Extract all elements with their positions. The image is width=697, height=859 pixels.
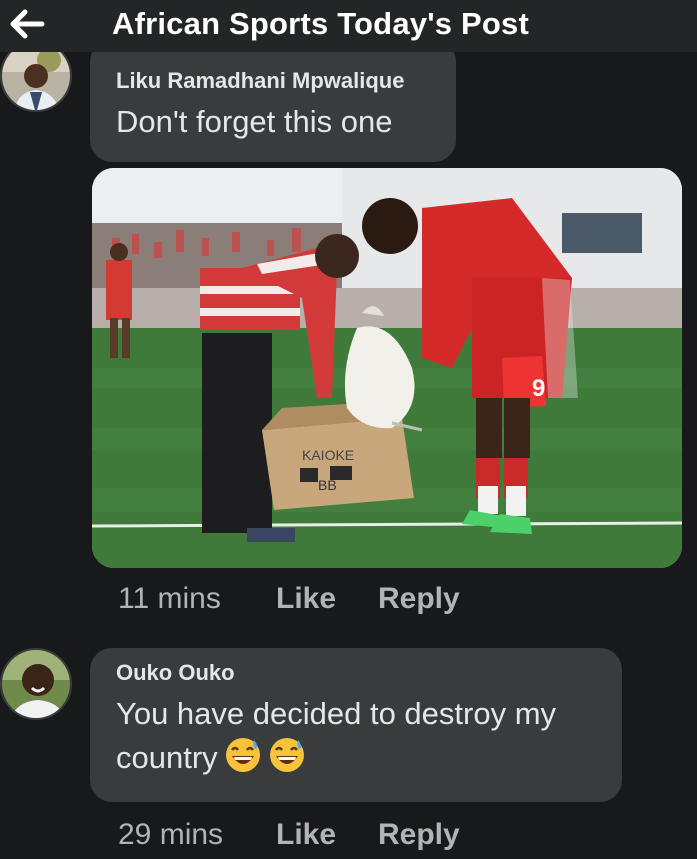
avatar[interactable] [0,648,72,720]
grinning-sweat-emoji [268,736,306,786]
arrow-left-icon [10,9,45,39]
grinning-sweat-emoji [224,736,262,786]
comment-timestamp[interactable]: 29 mins [118,818,276,852]
profile-photo [2,52,70,110]
box-number: BB [318,477,337,493]
jersey-number: 9 [532,375,545,402]
comment-thread: Liku Ramadhani Mpwalique Don't forget th… [0,52,697,859]
avatar[interactable] [0,52,72,112]
comment-author[interactable]: Liku Ramadhani Mpwalique [116,68,430,94]
comment-bubble: Ouko Ouko You have decided to destroy my… [90,648,622,802]
comment-text: Don't forget this one [116,104,393,139]
comment-text-body: You have decided to destroy my country [116,696,557,775]
comment-photo[interactable]: KAIOKE BB 9 [92,168,682,568]
comment-actions: 11 mins Like Reply [118,582,460,616]
reply-button[interactable]: Reply [378,582,460,616]
comment-bubble: Liku Ramadhani Mpwalique Don't forget th… [90,52,456,162]
like-button[interactable]: Like [276,582,378,616]
comment-actions: 29 mins Like Reply [118,818,460,852]
reply-button[interactable]: Reply [378,818,460,852]
like-button[interactable]: Like [276,818,378,852]
comment-timestamp[interactable]: 11 mins [118,582,276,616]
profile-photo [2,650,70,718]
top-bar: African Sports Today's Post [0,0,697,52]
comment-text: You have decided to destroy my country [116,692,596,786]
page-title: African Sports Today's Post [112,6,529,41]
back-button[interactable] [6,4,48,44]
comment-author[interactable]: Ouko Ouko [116,660,596,686]
football-photo: KAIOKE BB 9 [92,168,682,568]
box-label: KAIOKE [302,447,354,463]
